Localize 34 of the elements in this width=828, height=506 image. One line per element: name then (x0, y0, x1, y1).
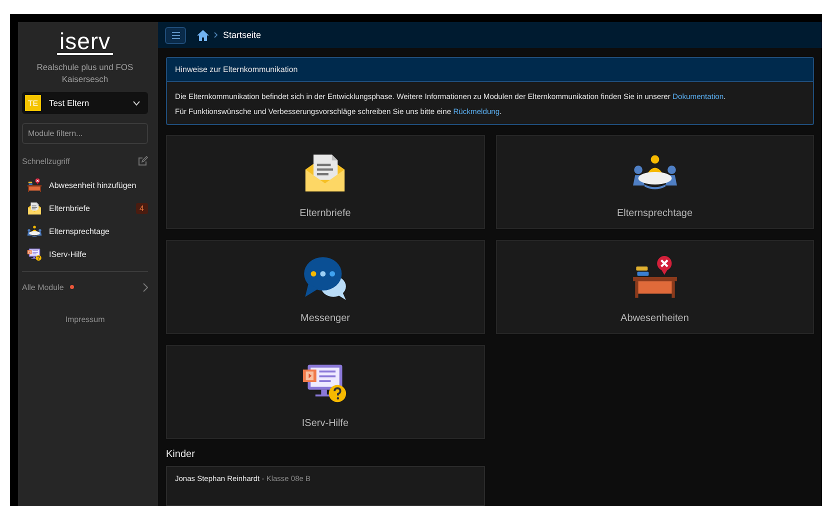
user-dropdown[interactable]: TE Test Eltern (22, 92, 148, 114)
section-heading: Schnellzugriff (22, 156, 70, 166)
home-icon[interactable] (197, 30, 209, 40)
edit-icon[interactable] (138, 156, 148, 166)
quick-access-link[interactable]: Abwesenheit hinzufügen (22, 174, 148, 197)
caret-icon (133, 100, 140, 106)
menu-button[interactable] (165, 26, 186, 44)
breadcrumb-separator-icon (214, 32, 218, 38)
iserv-logo[interactable]: iserv (57, 30, 113, 55)
section-heading: Kinder (166, 449, 196, 460)
school-name: Realschule plus und FOS Kaisersesch (36, 61, 134, 85)
module-tile[interactable]: Elternbriefe (166, 135, 484, 229)
help-monitor-icon (27, 247, 42, 262)
imprint-link[interactable]: Impressum (65, 315, 105, 324)
module-tile[interactable]: Elternsprechtage (496, 135, 814, 229)
breadcrumb-current: Startseite (223, 30, 262, 40)
envelope-icon (27, 201, 42, 216)
desk-icon (27, 178, 42, 193)
quick-access-link[interactable]: Elternbriefe 4 (22, 197, 148, 220)
chat-bubbles-icon (302, 255, 348, 301)
quick-access-link[interactable]: Elternsprechtage (22, 220, 148, 243)
meeting-table-icon (27, 224, 42, 239)
notice-title: Hinweise zur Elternkommunikation (167, 58, 813, 82)
count-badge: 4 (136, 203, 148, 214)
all-modules-link[interactable]: Alle Module (22, 280, 148, 294)
module-tile[interactable]: Abwesenheiten (496, 240, 814, 334)
menu-icon (172, 32, 180, 38)
user-avatar: TE (25, 95, 41, 111)
module-tile[interactable]: IServ-Hilfe (166, 345, 484, 439)
module-tile[interactable]: Messenger (166, 240, 484, 334)
module-filter-field[interactable]: Module filtern... (22, 123, 148, 144)
quick-access-link[interactable]: IServ-Hilfe (22, 243, 148, 266)
chevron-icon (143, 282, 148, 292)
desk-icon (632, 255, 678, 301)
